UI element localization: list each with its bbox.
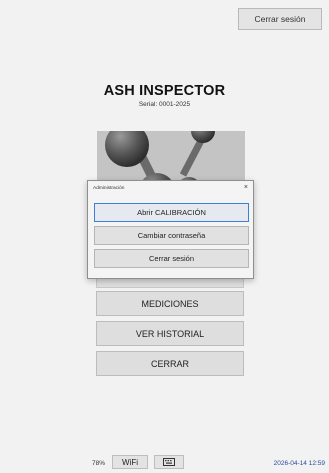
close-icon[interactable]: × bbox=[244, 184, 248, 191]
history-button[interactable]: VER HISTORIAL bbox=[96, 321, 244, 346]
keyboard-button[interactable] bbox=[154, 455, 184, 469]
logout-button[interactable]: Cerrar sesión bbox=[238, 8, 322, 30]
measurements-button[interactable]: MEDICIONES bbox=[96, 291, 244, 316]
molecule-logo bbox=[97, 131, 245, 186]
serial-number: Serial: 0001-2025 bbox=[138, 101, 191, 108]
close-app-button[interactable]: CERRAR bbox=[96, 351, 244, 376]
datetime-display: 2026-04-14 12:59 bbox=[273, 460, 325, 467]
wifi-button[interactable]: WiFi bbox=[112, 455, 148, 469]
dialog-title: Administración bbox=[93, 186, 125, 191]
change-password-button[interactable]: Cambiar contraseña bbox=[94, 226, 249, 245]
battery-level: 78% bbox=[92, 460, 106, 467]
admin-dialog: Administración × Abrir CALIBRACIÓN Cambi… bbox=[87, 180, 254, 279]
open-calibration-button[interactable]: Abrir CALIBRACIÓN bbox=[94, 203, 249, 222]
molecule-icon bbox=[105, 131, 215, 186]
dialog-logout-button[interactable]: Cerrar sesión bbox=[94, 249, 249, 268]
keyboard-icon bbox=[163, 458, 175, 466]
app-title: ASH INSPECTOR bbox=[103, 83, 226, 99]
